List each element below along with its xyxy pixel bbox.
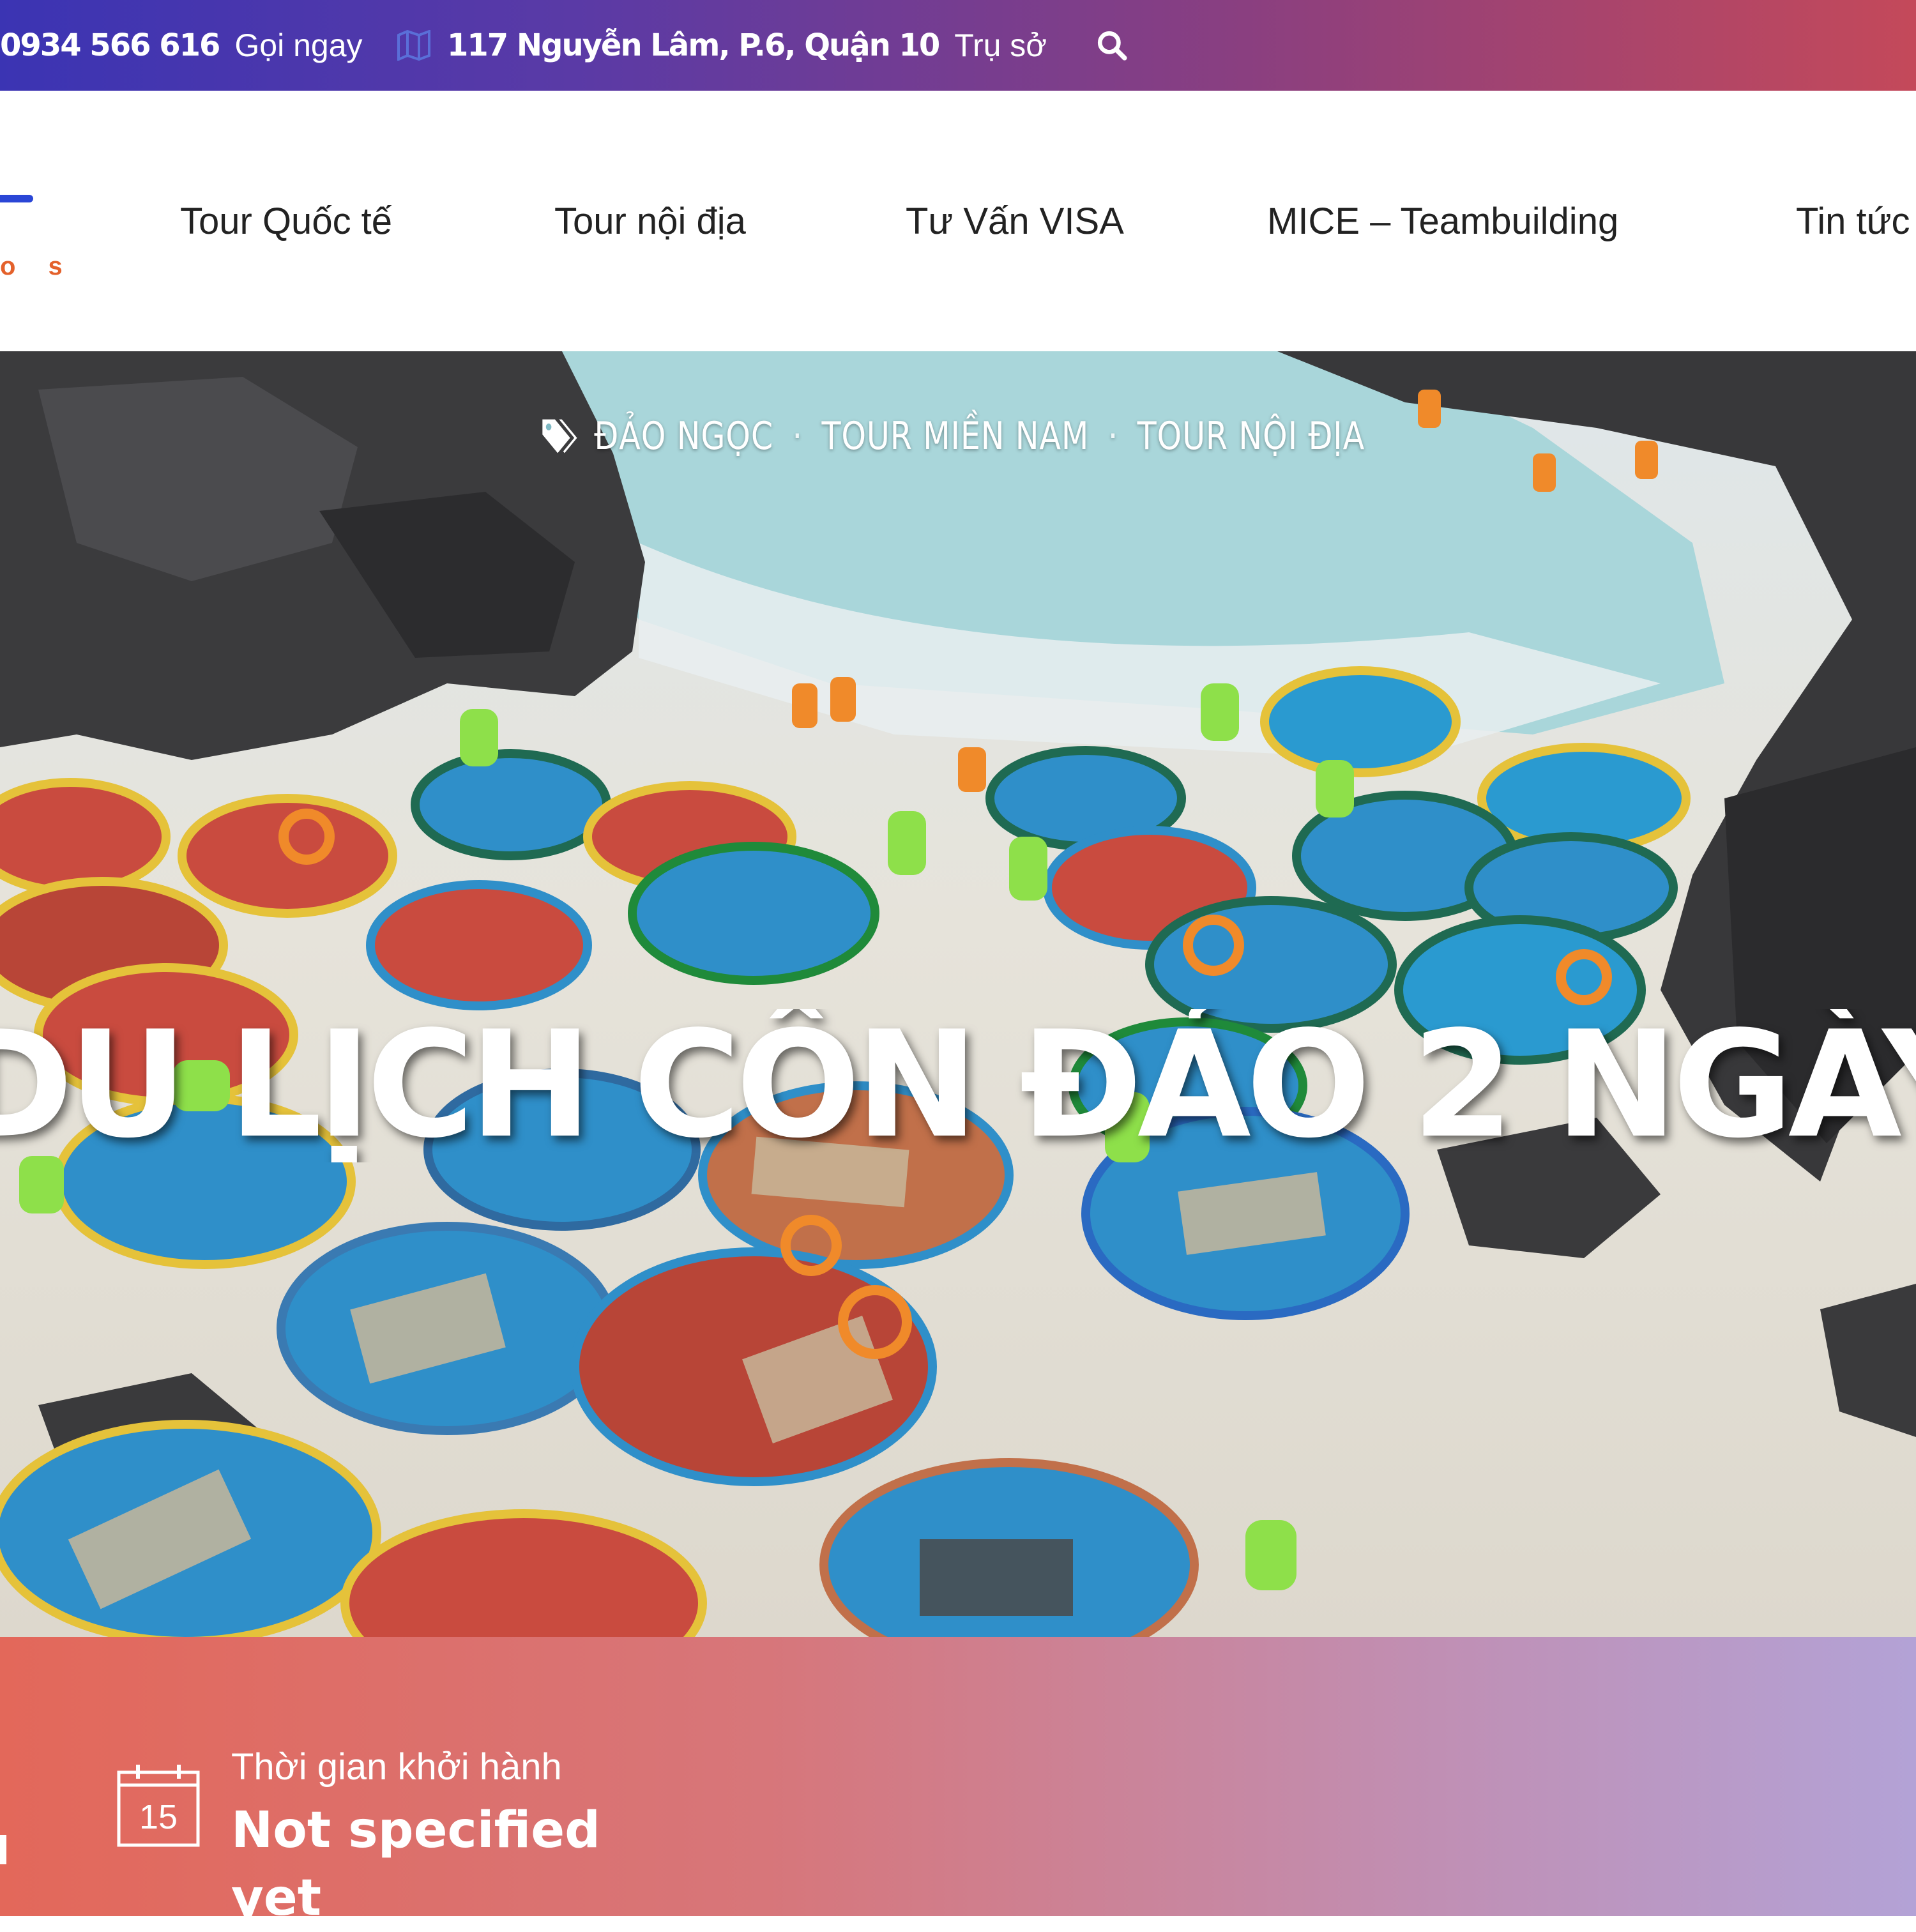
tag-tour-noi-dia[interactable]: TOUR NỘI ĐỊA (1137, 414, 1365, 459)
nav-item-tour-quoc-te[interactable]: Tour Quốc tế (180, 91, 392, 351)
map-icon (397, 30, 430, 61)
logo-text[interactable]: o s (0, 254, 75, 279)
address-label: Trụ sở (954, 27, 1047, 63)
call-label: Gọi ngay (234, 27, 363, 63)
hero-photo (0, 351, 1916, 1637)
site-header: o s Tour Quốc tế Tour nội địa Tư Vấn VIS… (0, 91, 1916, 351)
nav-item-tour-noi-dia[interactable]: Tour nội địa (554, 91, 746, 351)
nav-item-mice-teambuilding[interactable]: MICE – Teambuilding (1267, 91, 1618, 351)
tag-separator: · (792, 414, 803, 459)
band-edge-marker (0, 1835, 6, 1864)
address-text[interactable]: 117 Nguyễn Lâm, P.6, Quận 10 (447, 27, 940, 63)
nav-item-tu-van-visa[interactable]: Tư Vấn VISA (906, 91, 1124, 351)
logo-mark[interactable] (0, 195, 33, 202)
page-title: DU LỊCH CÔN ĐẢO 2 NGÀY 1 ĐÊM (0, 1009, 1916, 1162)
search-icon (1097, 31, 1127, 61)
hero-banner: ĐẢO NGỌC · TOUR MIỀN NAM · TOUR NỘI ĐỊA … (0, 351, 1916, 1637)
nav-item-tin-tuc[interactable]: Tin tức (1796, 91, 1910, 351)
search-button[interactable] (1096, 0, 1128, 91)
tag-tour-mien-nam[interactable]: TOUR MIỀN NAM (822, 414, 1090, 459)
phone-contact[interactable]: 0934 566 616 Gọi ngay (0, 0, 363, 91)
tag-icon (542, 419, 577, 453)
departure-label: Thời gian khởi hành (231, 1746, 562, 1788)
tag-separator: · (1107, 414, 1119, 459)
tag-dao-ngoc[interactable]: ĐẢO NGỌC (594, 414, 773, 459)
top-contact-bar: 0934 566 616 Gọi ngay 117 Nguyễn Lâm, P.… (0, 0, 1916, 91)
calendar-day: 15 (139, 1798, 178, 1836)
tour-info-band: 15 Thời gian khởi hành Not specified yet (0, 1637, 1916, 1927)
phone-number[interactable]: 0934 566 616 (0, 27, 220, 63)
address-contact[interactable]: 117 Nguyễn Lâm, P.6, Quận 10 Trụ sở (397, 0, 1047, 91)
departure-value: Not specified yet (231, 1802, 600, 1927)
calendar-icon: 15 (117, 1765, 200, 1847)
tour-tags: ĐẢO NGỌC · TOUR MIỀN NAM · TOUR NỘI ĐỊA (540, 407, 1365, 465)
